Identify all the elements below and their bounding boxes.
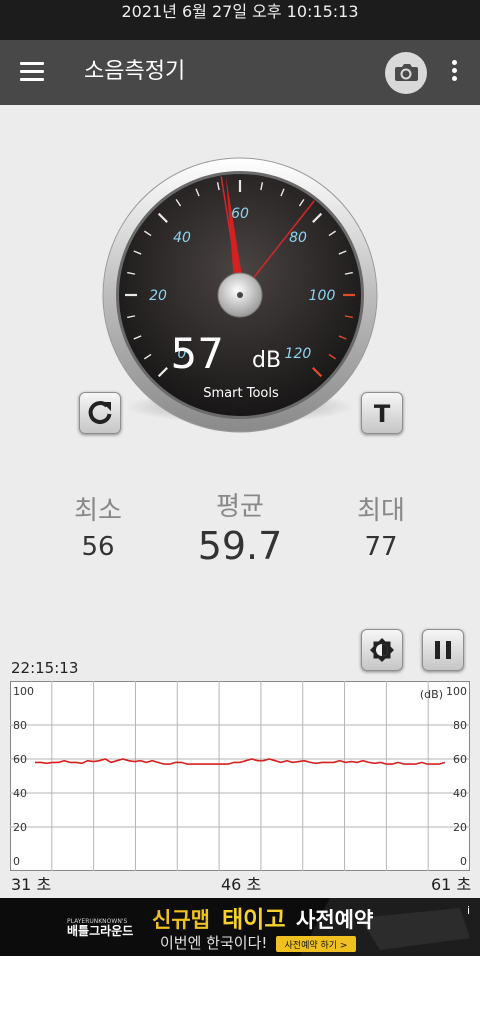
brightness-button[interactable] xyxy=(361,629,403,671)
ad-cta-label: 사전예약 하기 > xyxy=(285,939,348,951)
gauge-scale-label: 80 xyxy=(289,230,307,246)
more-vert-icon[interactable] xyxy=(447,60,461,86)
ad-headline-a: 신규맵 xyxy=(152,908,210,932)
avg-value: 59.7 xyxy=(197,524,283,568)
meter-panel: 0 20 40 60 80 100 120 57 dB Smart Tools T 최소 5… xyxy=(0,105,480,898)
ad-banner[interactable]: PLAYERUNKNOWN'S 배틀그라운드 신규맵 태이고 사전예약 이번엔 … xyxy=(0,898,480,956)
y-tick-label: 40 xyxy=(453,787,467,800)
y-tick-label: 100 xyxy=(13,685,34,698)
pause-icon xyxy=(435,641,451,659)
ad-headline-c: 사전예약 xyxy=(296,908,373,932)
pause-button[interactable] xyxy=(422,629,464,671)
y-tick-label: 60 xyxy=(13,753,27,766)
gauge-scale-label: 40 xyxy=(173,230,191,246)
status-datetime: 2021년 6월 27일 오후 10:15:13 xyxy=(121,2,359,21)
avg-label: 평균 xyxy=(216,492,264,522)
y-tick-label: 80 xyxy=(453,719,467,732)
camera-button[interactable] xyxy=(385,52,427,94)
min-label: 최소 xyxy=(74,496,122,526)
brightness-icon xyxy=(370,638,394,662)
graph-start-time: 22:15:13 xyxy=(11,659,79,677)
x-label-mid: 46 초 xyxy=(221,875,262,894)
y-tick-label: 60 xyxy=(453,753,467,766)
ad-headline-b: 태이고 xyxy=(222,907,285,933)
y-tick-label: 20 xyxy=(453,821,467,834)
gauge-scale-label: 100 xyxy=(309,288,336,304)
sound-gauge: 020406080100120 57 dB Smart Tools xyxy=(102,157,378,433)
ad-info-icon[interactable]: i xyxy=(467,904,470,917)
bottom-blank-area xyxy=(0,956,480,1013)
y-tick-label: 20 xyxy=(13,821,27,834)
gauge-scale-label: 20 xyxy=(149,288,167,304)
gauge-reading: 57 xyxy=(171,329,224,378)
hamburger-icon[interactable] xyxy=(20,62,44,82)
graph-unit-label: (dB) xyxy=(420,688,443,701)
x-label-end: 61 초 xyxy=(431,875,472,894)
gauge-brand: Smart Tools xyxy=(203,386,279,401)
y-tick-label: 0 xyxy=(460,855,467,868)
calibrate-button[interactable]: T xyxy=(361,392,403,434)
refresh-icon xyxy=(88,401,112,425)
page-title: 소음측정기 xyxy=(84,59,186,84)
y-tick-label: 100 xyxy=(446,685,467,698)
y-tick-label: 80 xyxy=(13,719,27,732)
noise-history-chart: 0 0 20 20 40 40 60 60 80 80 100 100 (dB) xyxy=(10,681,470,871)
max-value: 77 xyxy=(364,532,398,562)
gauge-unit: dB xyxy=(252,348,281,373)
max-label: 최대 xyxy=(357,496,405,526)
y-tick-label: 0 xyxy=(13,855,20,868)
status-bar: 2021년 6월 27일 오후 10:15:13 xyxy=(0,0,480,40)
min-value: 56 xyxy=(81,532,115,562)
gauge-scale-label: 60 xyxy=(231,206,249,222)
ad-subline: 이번엔 한국이다! xyxy=(160,934,267,952)
y-tick-label: 40 xyxy=(13,787,27,800)
app-bar: 소음측정기 xyxy=(0,40,480,105)
x-label-start: 31 초 xyxy=(11,875,52,894)
camera-icon xyxy=(395,64,418,81)
ad-game-name: 배틀그라운드 xyxy=(67,923,133,938)
calibrate-label: T xyxy=(374,400,391,428)
gauge-scale-label: 120 xyxy=(285,346,312,362)
reset-button[interactable] xyxy=(79,392,121,434)
